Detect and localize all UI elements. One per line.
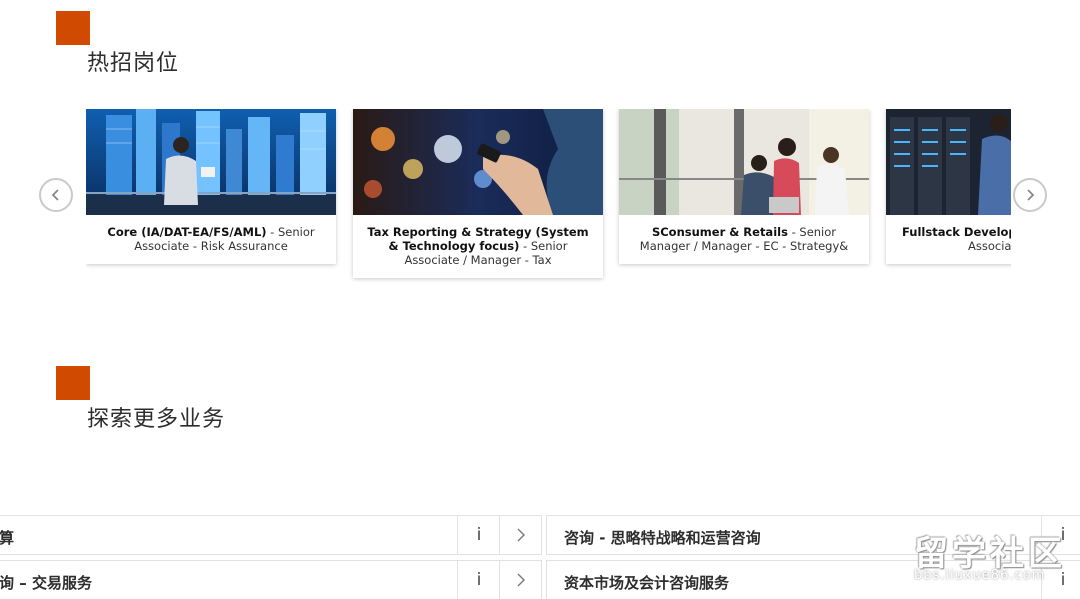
expand-button[interactable] (499, 561, 542, 599)
job-title: SConsumer & Retails (651, 225, 788, 239)
job-subtitle: Associat (968, 239, 1011, 253)
job-card-image-servers (886, 109, 1011, 215)
carousel-next-button[interactable] (1013, 178, 1047, 212)
accent-square (56, 366, 90, 400)
job-card-text: Core (IA/DAT-EA/FS/AML) - Senior Associa… (86, 215, 336, 264)
page: 热招岗位 Core (IA/DAT-EA/FS/AML) - Senior As… (0, 0, 1080, 599)
job-card[interactable]: SConsumer & Retails - Senior Manager / M… (619, 109, 869, 264)
chevron-right-icon (517, 573, 525, 587)
job-card-text: SConsumer & Retails - Senior Manager / M… (619, 215, 869, 264)
job-title: Core (IA/DAT-EA/FS/AML) (107, 225, 267, 239)
job-card-image-phone (353, 109, 603, 215)
info-button[interactable]: i (457, 561, 500, 599)
job-card-image-team (619, 109, 869, 215)
job-carousel: Core (IA/DAT-EA/FS/AML) - Senior Associa… (86, 109, 1011, 284)
business-label: 资本市场及会计咨询服务 (564, 574, 730, 592)
job-card-image-city (86, 109, 336, 215)
watermark-url: bbs.liuxue86.com (914, 568, 1046, 583)
explore-title: 探索更多业务 (87, 407, 226, 432)
job-card[interactable]: Fullstack Develope Associat (886, 109, 1011, 264)
accent-square (56, 11, 90, 45)
business-label: 算 (0, 529, 15, 547)
hot-jobs-title: 热招岗位 (87, 51, 180, 76)
chevron-right-icon (1027, 189, 1035, 201)
business-label: 询 – 交易服务 (0, 574, 92, 592)
business-row[interactable]: 算 i (0, 515, 542, 555)
chevron-right-icon (517, 528, 525, 542)
site-watermark: 留学社区 bbs.liuxue86.com (910, 526, 1070, 586)
job-card[interactable]: Tax Reporting & Strategy (System & Techn… (353, 109, 603, 278)
business-label: 咨询 - 思略特战略和运营咨询 (564, 529, 761, 547)
expand-button[interactable] (499, 516, 542, 554)
chevron-left-icon (51, 189, 59, 201)
job-card-text: Fullstack Develope Associat (886, 215, 1011, 264)
business-row[interactable]: 询 – 交易服务 i (0, 560, 542, 599)
job-card[interactable]: Core (IA/DAT-EA/FS/AML) - Senior Associa… (86, 109, 336, 264)
info-button[interactable]: i (457, 516, 500, 554)
carousel-prev-button[interactable] (39, 178, 73, 212)
job-card-text: Tax Reporting & Strategy (System & Techn… (353, 215, 603, 278)
job-title: Fullstack Develope (902, 225, 1011, 239)
